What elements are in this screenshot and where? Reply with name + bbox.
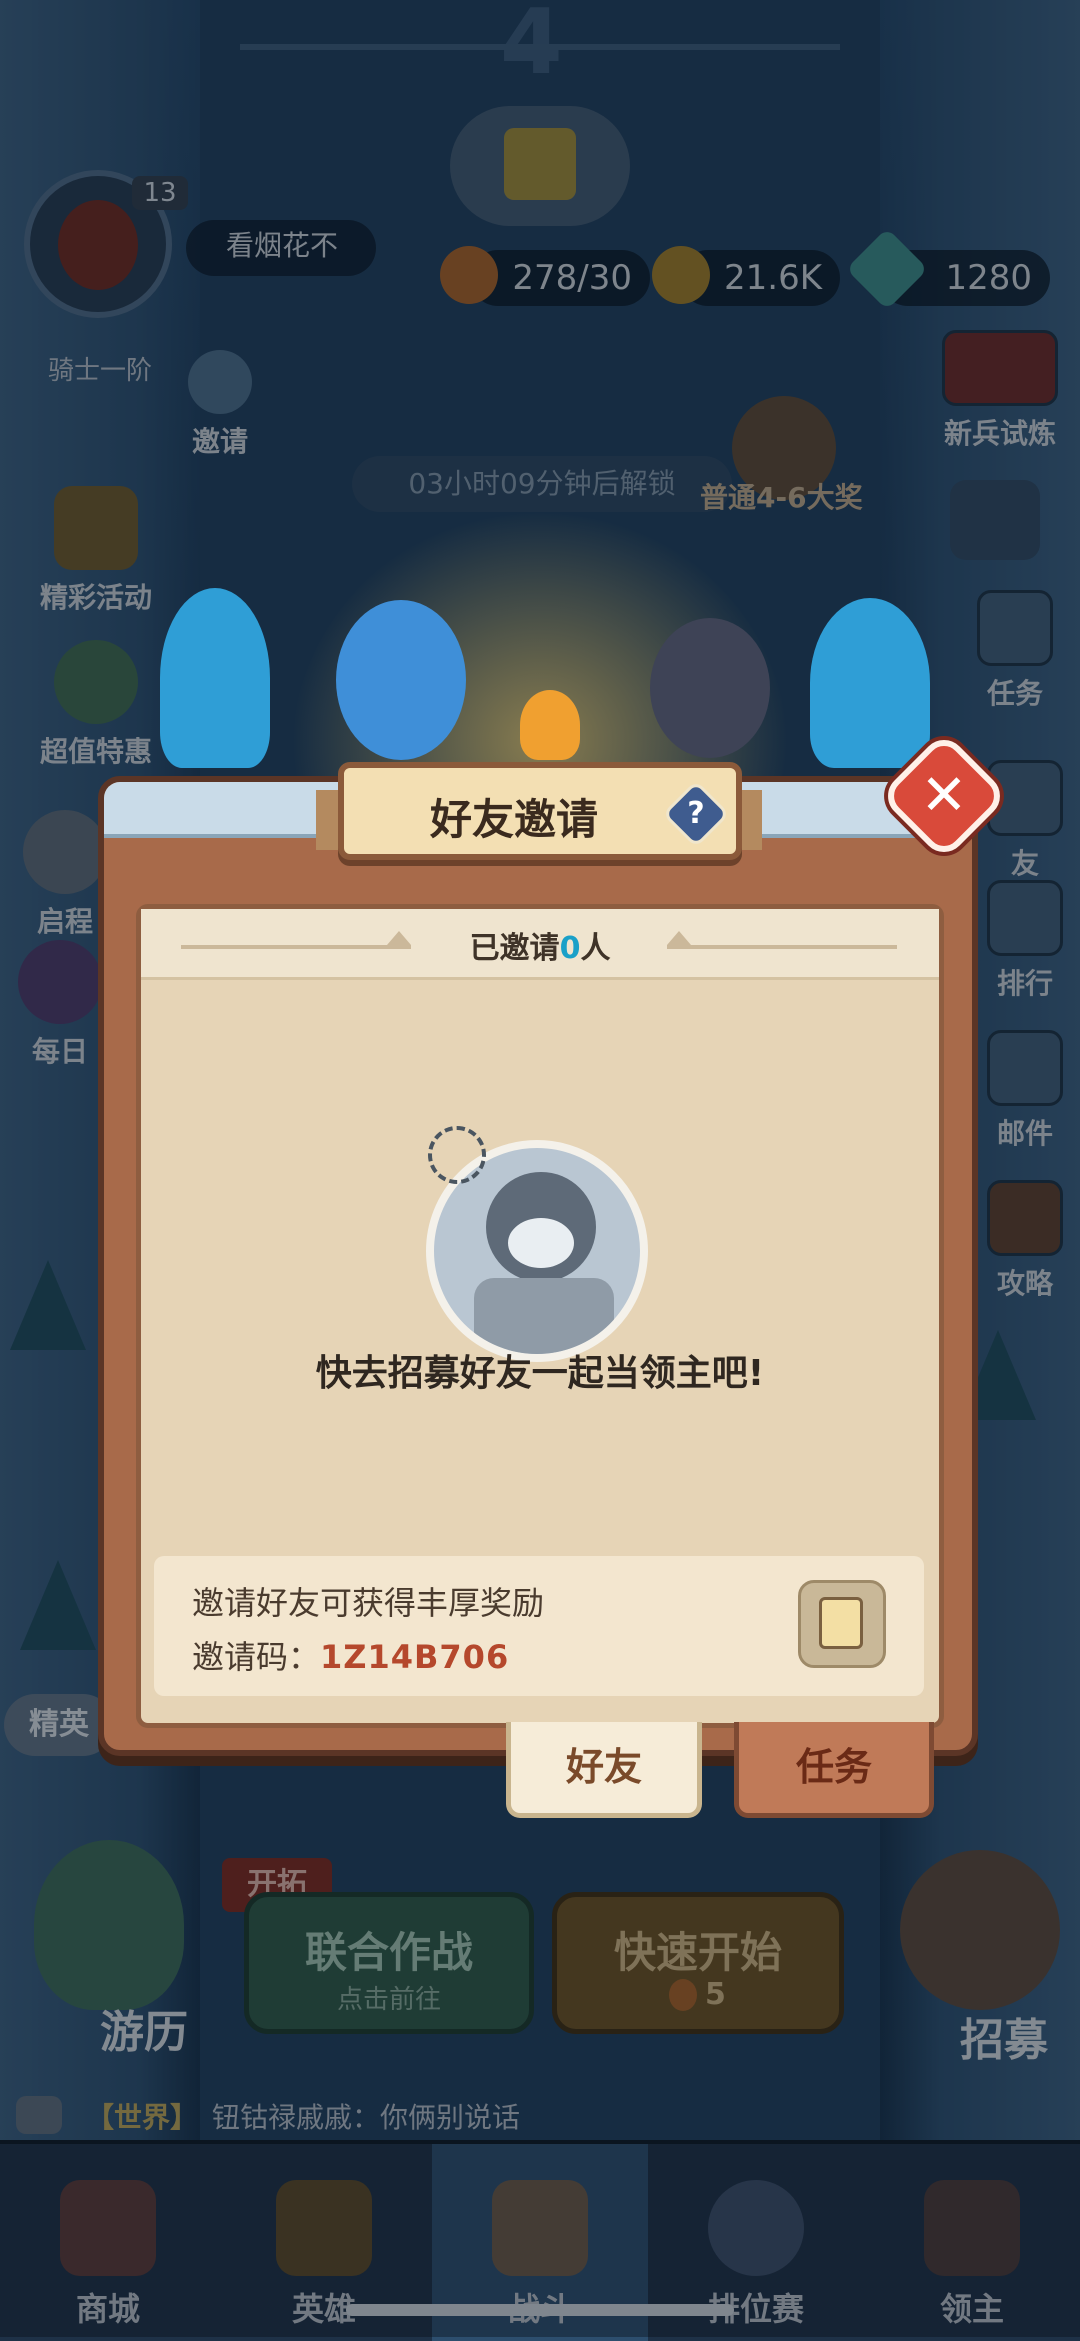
- tab-tasks[interactable]: 任务: [734, 1722, 934, 1818]
- copy-code-button[interactable]: [798, 1580, 886, 1668]
- invited-suffix: 人: [580, 931, 611, 966]
- invite-code-label: 邀请码：: [192, 1638, 321, 1676]
- penguin-face: [508, 1218, 574, 1268]
- empty-state-message: 快去招募好友一起当领主吧!: [315, 1353, 765, 1394]
- invited-prefix: 已邀请: [469, 931, 560, 966]
- copy-icon: [819, 1597, 863, 1649]
- invited-number: 0: [559, 931, 581, 966]
- dialog-title-banner: 好友邀请 ?: [338, 762, 742, 860]
- dialog-title: 好友邀请: [429, 795, 598, 844]
- snowman-knight-icon: [336, 600, 466, 760]
- tab-friends[interactable]: 好友: [506, 1722, 702, 1818]
- scribble-icon: [428, 1126, 486, 1184]
- invited-header: 已邀请0人: [141, 909, 939, 980]
- campfire-icon: [520, 690, 580, 760]
- snowy-tree-right: [810, 598, 930, 768]
- help-icon: ?: [687, 796, 705, 831]
- penguin-knight-icon: [650, 618, 770, 758]
- invited-count-text: 已邀请0人: [141, 923, 939, 967]
- snowy-tree-left: [160, 588, 270, 768]
- invite-code-box: 邀请好友可获得丰厚奖励 邀请码：1Z14B706: [154, 1556, 924, 1696]
- invite-code-value[interactable]: 1Z14B706: [320, 1638, 509, 1676]
- close-icon[interactable]: ✕: [898, 750, 990, 842]
- reward-text: 邀请好友可获得丰厚奖励: [192, 1584, 545, 1622]
- invite-code-line: 邀请码：1Z14B706: [192, 1632, 509, 1678]
